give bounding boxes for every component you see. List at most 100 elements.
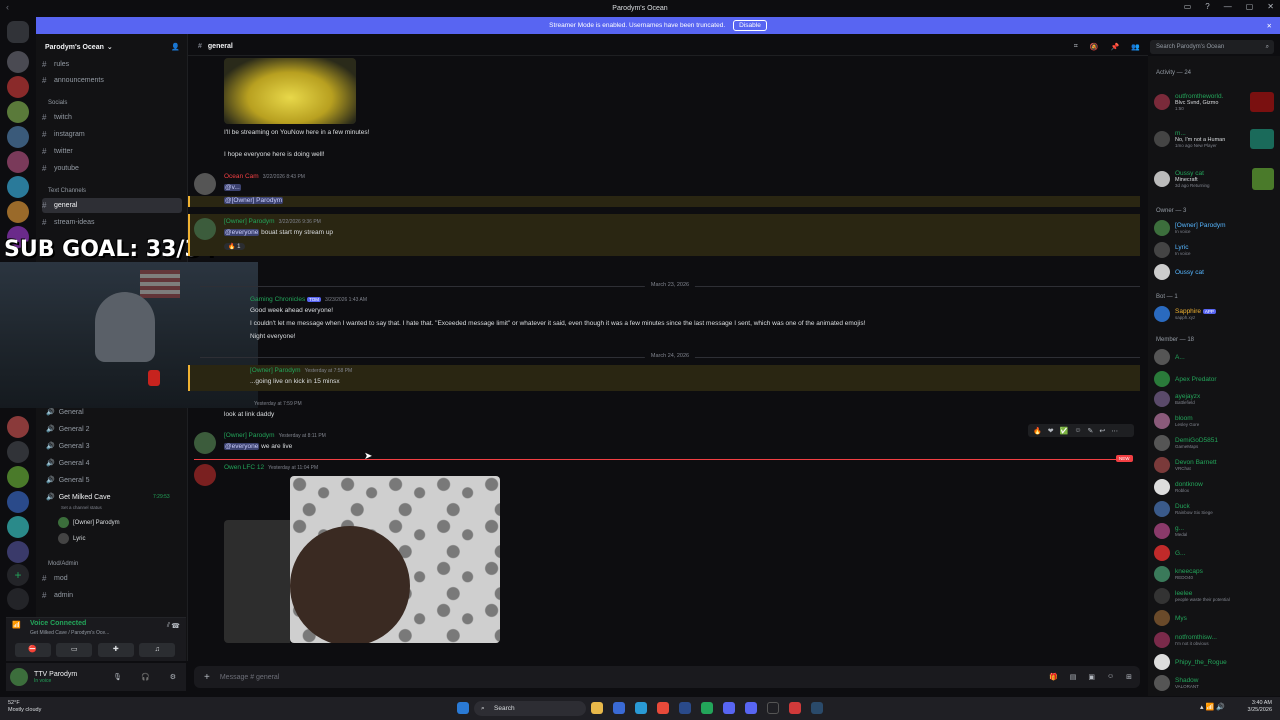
noise-suppression-icon[interactable]: ⫽ [167,622,170,630]
activity-card[interactable]: outfromtheworld. Blvc Svnd, Gizmo 1:50 [1154,89,1274,115]
avatar[interactable] [194,432,216,454]
server-icon[interactable] [7,516,29,538]
help-icon[interactable]: ? [1205,2,1209,11]
member-item[interactable]: [Owner] Parodym In voice [1154,218,1274,238]
voice-channel-general-2[interactable]: 🔊 General 2 [46,425,89,434]
member-item[interactable]: Devon Barnett VRChat [1154,455,1274,475]
members-toggle-icon[interactable]: 👥 [1131,43,1140,51]
server-icon[interactable] [7,76,29,98]
channel-admin[interactable]: # admin [42,588,182,603]
channel-instagram[interactable]: # instagram [42,127,182,142]
member-item[interactable]: Duck Rainbow Six Siege [1154,499,1274,519]
app-icon[interactable] [723,702,735,714]
message-author[interactable]: [Owner] Parodym [224,432,275,439]
discord-icon[interactable] [745,702,757,714]
taskbar-clock[interactable]: 3:40 AM 3/25/2026 [1248,700,1272,714]
apps-icon[interactable]: ⊞ [1126,673,1132,681]
store-icon[interactable] [613,702,625,714]
threads-icon[interactable]: ⌗ [1074,43,1078,51]
discover-icon[interactable] [7,588,29,610]
headphones-icon[interactable]: 🎧 [141,673,150,681]
steam-icon[interactable] [811,702,823,714]
message-image[interactable] [290,476,500,643]
message[interactable]: [Owner] Parodym Yesterday at 8:11 PM @eve… [194,432,1140,454]
voice-user[interactable]: [Owner] Parodym [58,517,120,528]
member-item[interactable]: leelee people waste their potential [1154,586,1274,606]
channel-stream-ideas[interactable]: # stream-ideas [42,215,182,230]
soundboard-button[interactable]: ♫ [139,643,176,657]
add-attachment-icon[interactable]: + [204,672,210,683]
emoji-icon[interactable]: ☺ [1107,673,1114,681]
server-header[interactable]: Parodym's Ocean ⌄ 👤 [36,38,188,56]
server-icon[interactable] [7,441,29,463]
message[interactable]: [Owner] Parodym 3/22/2026 9:36 PM @everyo… [194,218,1140,254]
add-member-icon[interactable]: 👤 [171,43,180,51]
edge-icon[interactable] [635,702,647,714]
voice-channel-get-milked-cave[interactable]: 🔊 Get Milked Cave 7:29:53 [46,493,170,502]
gift-icon[interactable]: 🎁 [1049,673,1058,681]
message[interactable]: [Owner] Parodym Yesterday at 7:58 PM ...g… [194,367,1140,391]
member-item[interactable]: kneecaps REDO40 [1154,564,1274,584]
message-image[interactable] [224,520,290,643]
channel-mod[interactable]: # mod [42,571,182,586]
member-item[interactable]: bloom Lesley Gore [1154,411,1274,431]
channel-twitter[interactable]: # twitter [42,144,182,159]
member-item[interactable]: notfromthisw... I'm not it obvious [1154,630,1274,650]
add-server-icon[interactable]: + [7,564,29,586]
taskbar-search[interactable]: ⌕ Search [474,701,586,716]
avatar[interactable] [194,464,216,486]
mute-icon[interactable]: 🔕 [1090,43,1099,51]
channel-general[interactable]: # general [42,198,182,213]
member-item[interactable]: Sapphire APP sapph.xyz [1154,304,1274,324]
mention[interactable]: @everyone [224,229,260,236]
message-author[interactable]: [Owner] Parodym [250,367,301,374]
message-author[interactable]: Ocean Cam [224,173,259,180]
channel-twitch[interactable]: # twitch [42,110,182,125]
channel-announcements[interactable]: # announcements [42,73,182,88]
message-input[interactable]: + Message # general 🎁 ▤ ▣ ☺ ⊞ [194,666,1140,688]
discord-home-icon[interactable] [7,21,29,43]
sticker-icon[interactable]: ▣ [1088,673,1095,681]
activity-card[interactable]: Oussy cat Minecraft 3d ago Returning [1154,166,1274,192]
settings-gear-icon[interactable]: ⚙ [170,673,176,681]
server-icon[interactable] [7,126,29,148]
chrome-icon[interactable] [657,702,669,714]
server-icon[interactable] [7,51,29,73]
banner-close-icon[interactable]: ✕ [1267,22,1272,30]
inbox-icon[interactable]: ▭ [1184,2,1192,11]
message[interactable]: Yesterday at 7:59 PM look at link daddy [194,400,1140,420]
channel-youtube[interactable]: # youtube [42,161,182,176]
avatar[interactable] [194,173,216,195]
voice-channel-general-5[interactable]: 🔊 General 5 [46,476,89,485]
app-icon[interactable] [701,702,713,714]
voice-user[interactable]: Lyric [58,533,85,544]
activities-button[interactable]: ✚ [97,643,134,657]
server-icon[interactable] [7,541,29,563]
channel-status[interactable]: Set a channel status [61,505,102,510]
server-icon[interactable] [7,101,29,123]
server-icon[interactable] [7,491,29,513]
member-item[interactable]: Mys [1154,608,1274,628]
disconnect-icon[interactable]: ☎ [171,622,180,630]
activity-card[interactable]: m... No, I'm not a Human 1mo ago New Playe… [1154,126,1274,152]
message-author[interactable]: [Owner] Parodym [224,218,275,225]
app-icon[interactable] [789,702,801,714]
weather-widget[interactable]: 52°F Mostly cloudy [8,700,41,714]
voice-channel-path[interactable]: Get Milked Cave / Parodym's Oce... [30,630,109,636]
search-input[interactable]: Search Parodym's Ocean ⌕ [1150,40,1274,54]
member-item[interactable]: Phipy_the_Rogue [1154,652,1274,672]
system-tray-icons[interactable]: ▴ 📶 🔊 [1200,703,1225,711]
member-item[interactable]: DemiGoD5851 GameMaps [1154,433,1274,453]
message-author[interactable]: Owen LFC 12 [224,464,264,471]
message-author[interactable]: Gaming Chronicles [250,296,305,303]
voice-channel-general[interactable]: 🔊 General [46,408,84,417]
maximize-icon[interactable]: ▢ [1246,2,1254,11]
member-item[interactable]: g... Medal [1154,521,1274,541]
mention[interactable]: @[Owner] Parodym [224,197,284,204]
channel-rules[interactable]: # rules [42,57,182,72]
file-explorer-icon[interactable] [591,702,603,714]
app-icon[interactable] [679,702,691,714]
category-mod-admin[interactable]: Mod/Admin [48,561,78,567]
avatar[interactable] [194,218,216,240]
avatar[interactable] [10,668,28,686]
